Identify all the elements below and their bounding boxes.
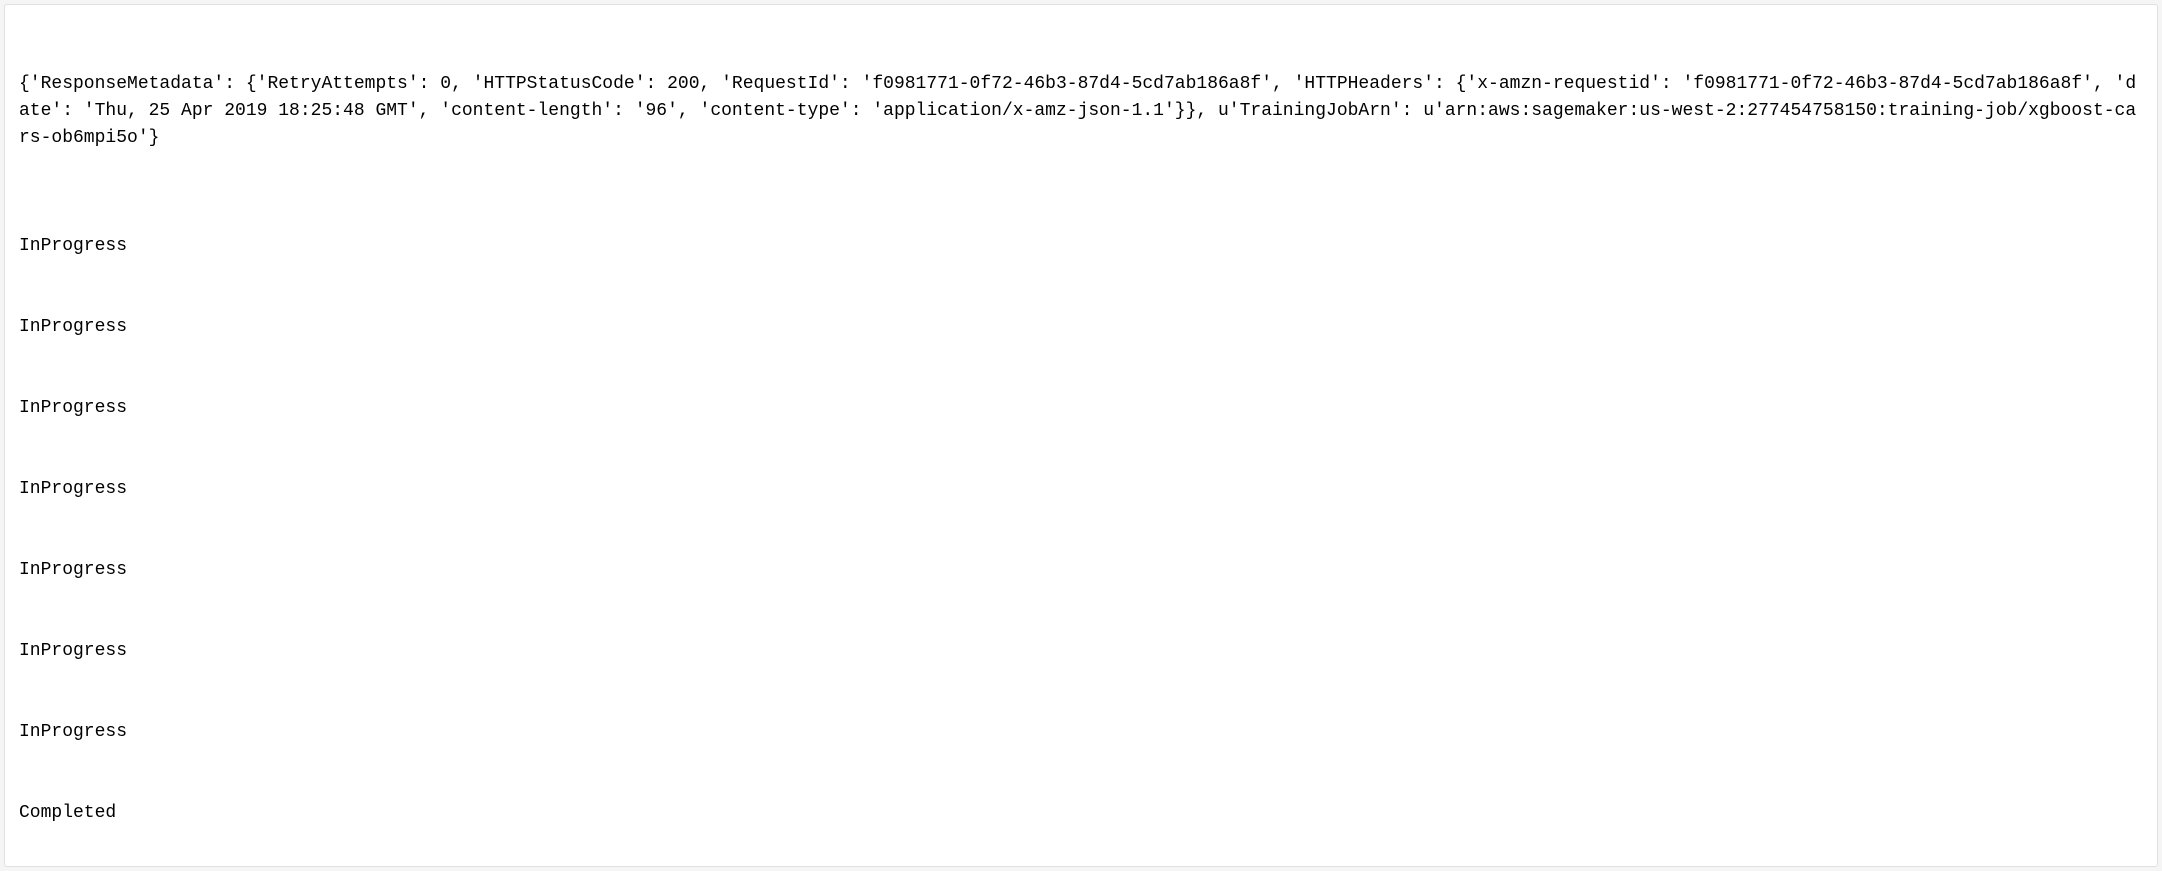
training-status-line: InProgress — [19, 638, 2143, 665]
training-status-line: InProgress — [19, 719, 2143, 746]
training-status-line: InProgress — [19, 476, 2143, 503]
training-status-line: InProgress — [19, 314, 2143, 341]
training-status-line: InProgress — [19, 395, 2143, 422]
training-status-line: InProgress — [19, 557, 2143, 584]
training-status-line: InProgress — [19, 233, 2143, 260]
training-status-line: Completed — [19, 800, 2143, 827]
response-metadata-output: {'ResponseMetadata': {'RetryAttempts': 0… — [19, 71, 2143, 152]
notebook-output-cell: {'ResponseMetadata': {'RetryAttempts': 0… — [4, 4, 2158, 867]
